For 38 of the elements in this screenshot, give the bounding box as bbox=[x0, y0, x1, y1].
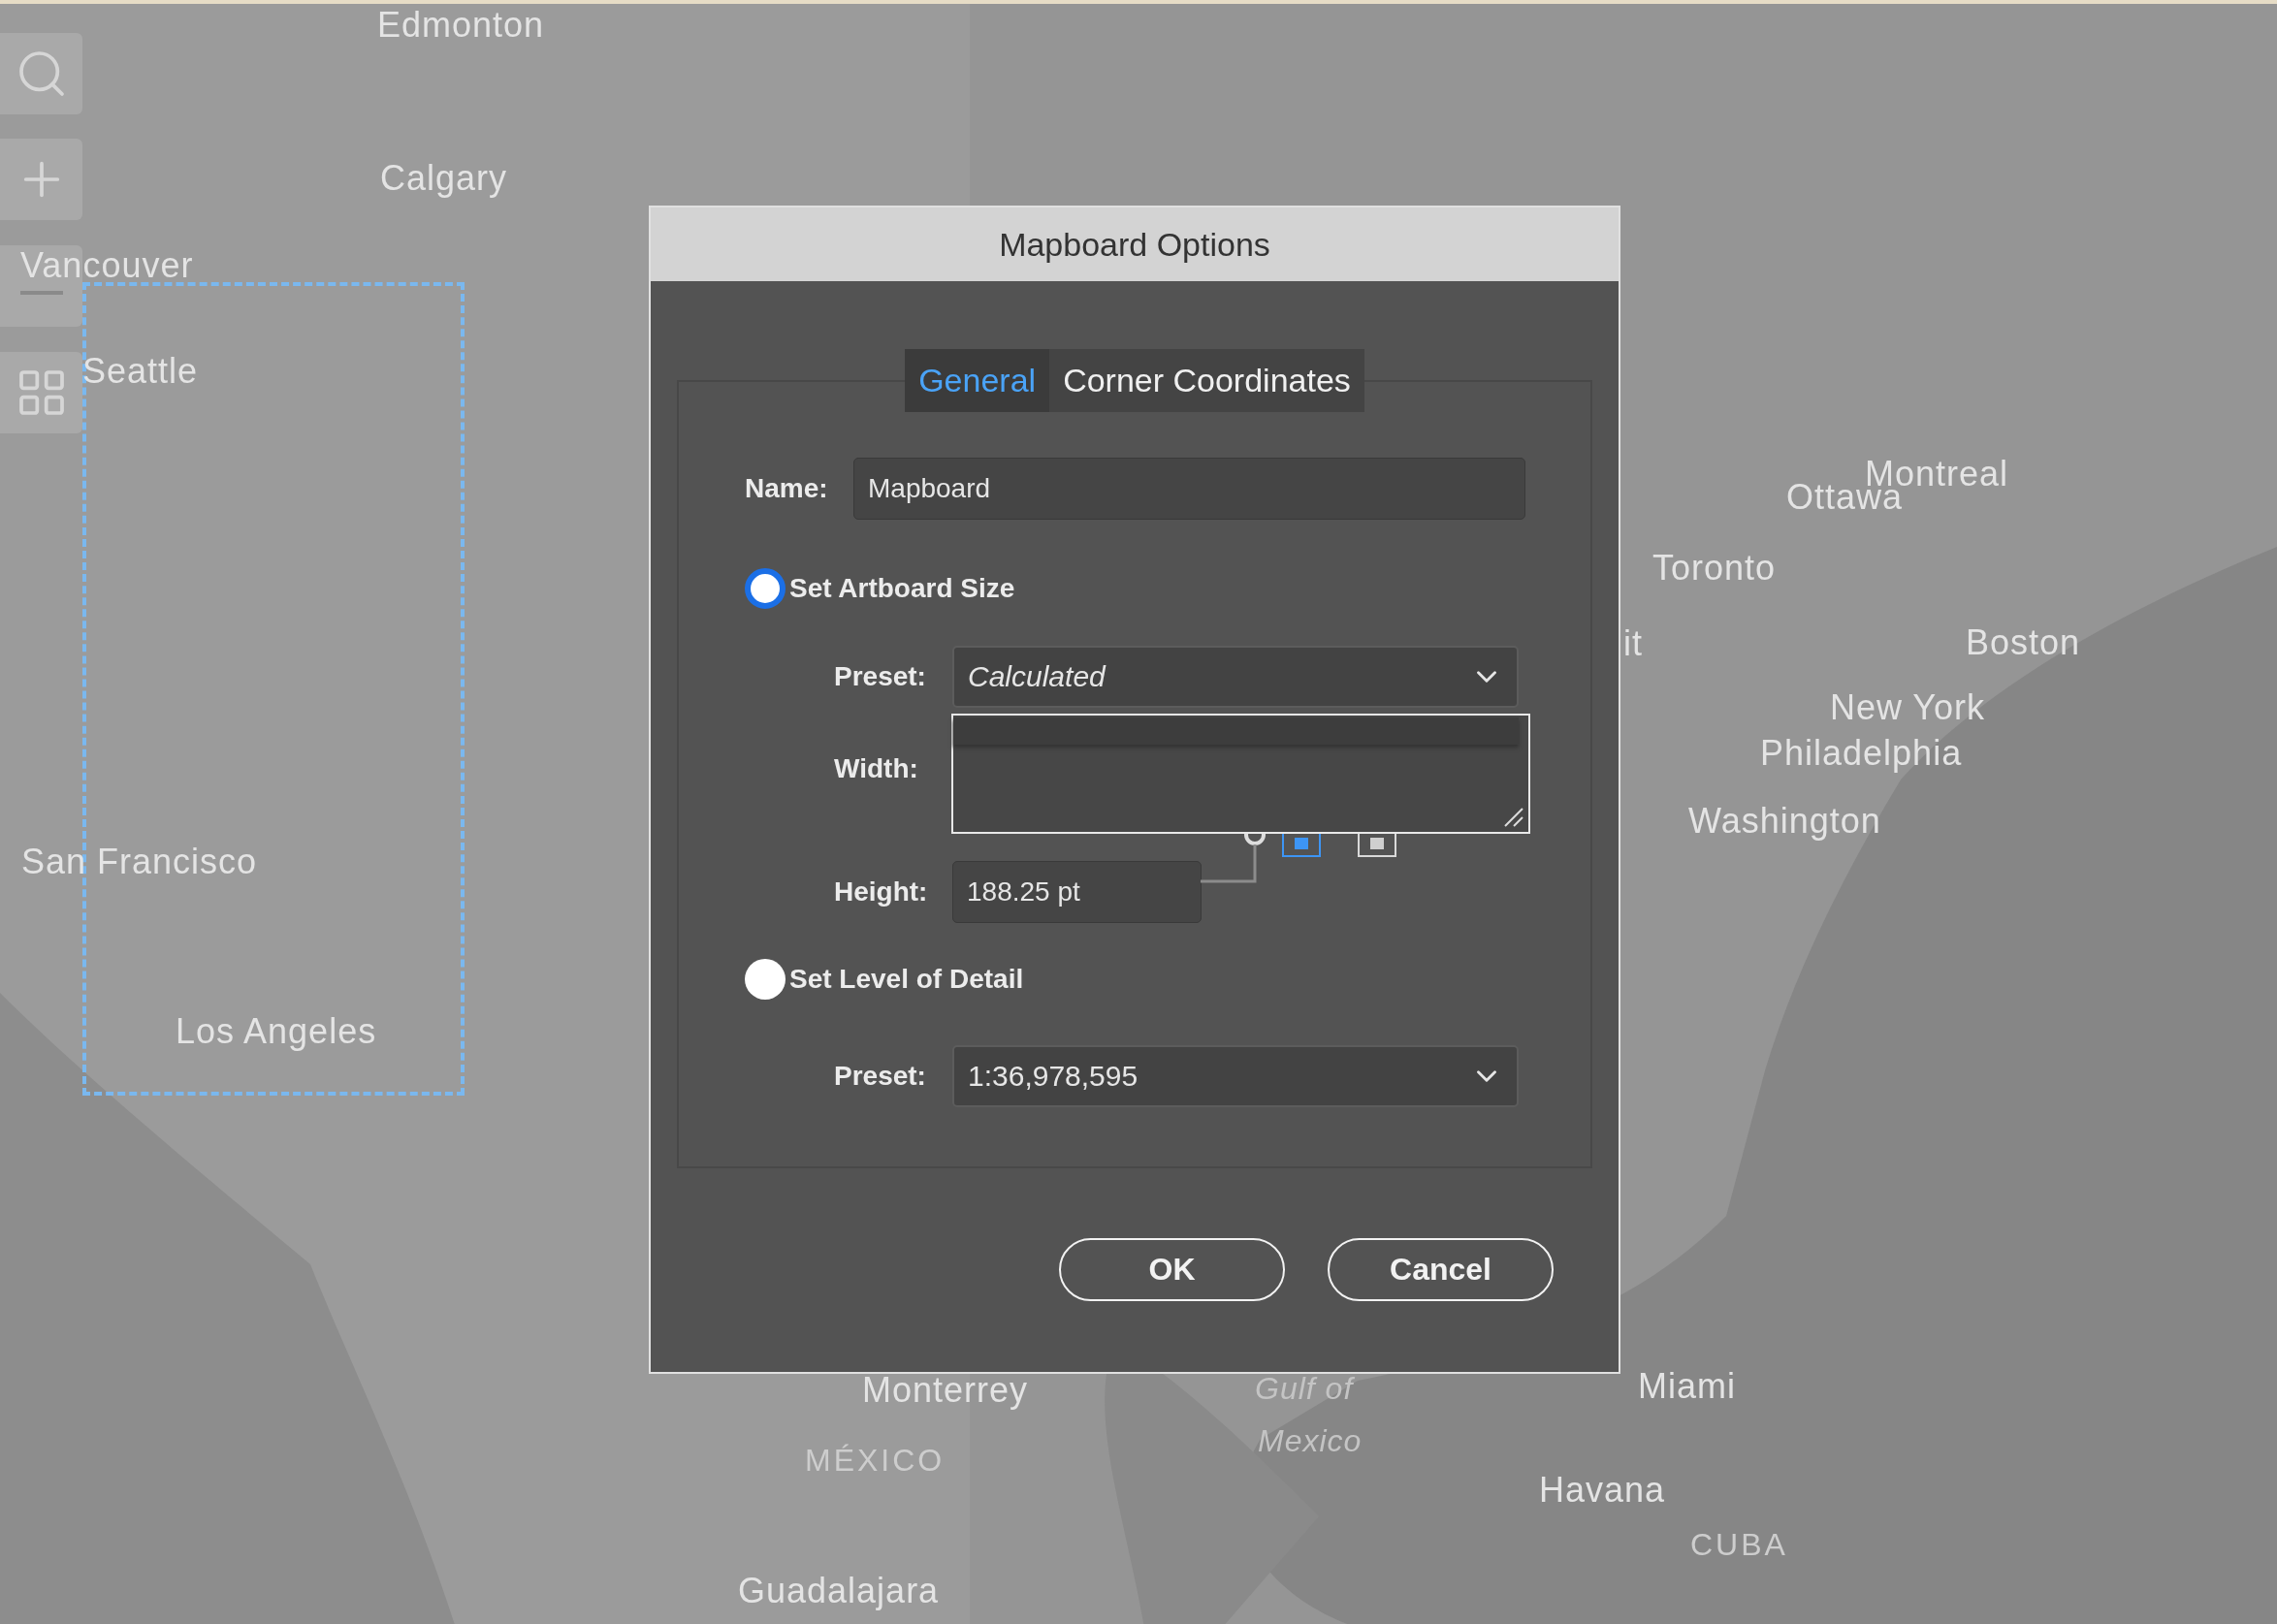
cancel-button[interactable]: Cancel bbox=[1328, 1238, 1554, 1301]
radio-option[interactable]: Set Artboard Size bbox=[745, 568, 1015, 609]
zoom-in-button[interactable] bbox=[0, 139, 82, 220]
height-field[interactable]: 188.25 pt bbox=[952, 861, 1202, 923]
city-label: New York bbox=[1830, 690, 1986, 725]
search-button[interactable] bbox=[0, 33, 82, 114]
grid-button[interactable] bbox=[0, 352, 82, 433]
ok-button[interactable]: OK bbox=[1059, 1238, 1285, 1301]
city-label: Calgary bbox=[380, 161, 508, 196]
dialog-title: Mapboard Options bbox=[651, 207, 1619, 281]
field-label: Preset: bbox=[834, 661, 927, 692]
city-label: Edmonton bbox=[377, 8, 545, 43]
water-label: Mexico bbox=[1258, 1425, 1363, 1456]
city-label: Toronto bbox=[1652, 551, 1777, 586]
city-label: Seattle bbox=[82, 354, 199, 389]
city-label: Boston bbox=[1966, 625, 2081, 660]
city-label: Philadelphia bbox=[1760, 736, 1963, 771]
tab[interactable]: General bbox=[905, 349, 1050, 412]
preset-dropdown[interactable]: Calculated bbox=[952, 646, 1519, 708]
city-label: Monterrey bbox=[862, 1373, 1029, 1408]
name-field[interactable]: Mapboard bbox=[853, 458, 1525, 520]
tab[interactable]: Corner Coordinates bbox=[1049, 349, 1364, 412]
city-label: Washington bbox=[1688, 804, 1881, 839]
city-label: San Francisco bbox=[21, 844, 258, 879]
city-label: Havana bbox=[1539, 1473, 1666, 1508]
city-label: it bbox=[1623, 626, 1643, 661]
city-label: Los Angeles bbox=[176, 1014, 377, 1049]
city-label: Guadalajara bbox=[738, 1574, 940, 1608]
field-label: Width: bbox=[834, 753, 919, 784]
field-label: Name: bbox=[745, 473, 829, 504]
radio-option[interactable]: Set Level of Detail bbox=[745, 959, 1024, 1000]
city-label: Vancouver bbox=[20, 248, 194, 283]
country-label: CUBA bbox=[1690, 1529, 1788, 1560]
preset-dropdown[interactable]: 1:36,978,595 bbox=[952, 1045, 1519, 1107]
city-label: Miami bbox=[1638, 1369, 1736, 1404]
dropdown-list[interactable] bbox=[951, 714, 1530, 834]
field-label: Preset: bbox=[834, 1061, 927, 1092]
field-label: Height: bbox=[834, 876, 929, 908]
